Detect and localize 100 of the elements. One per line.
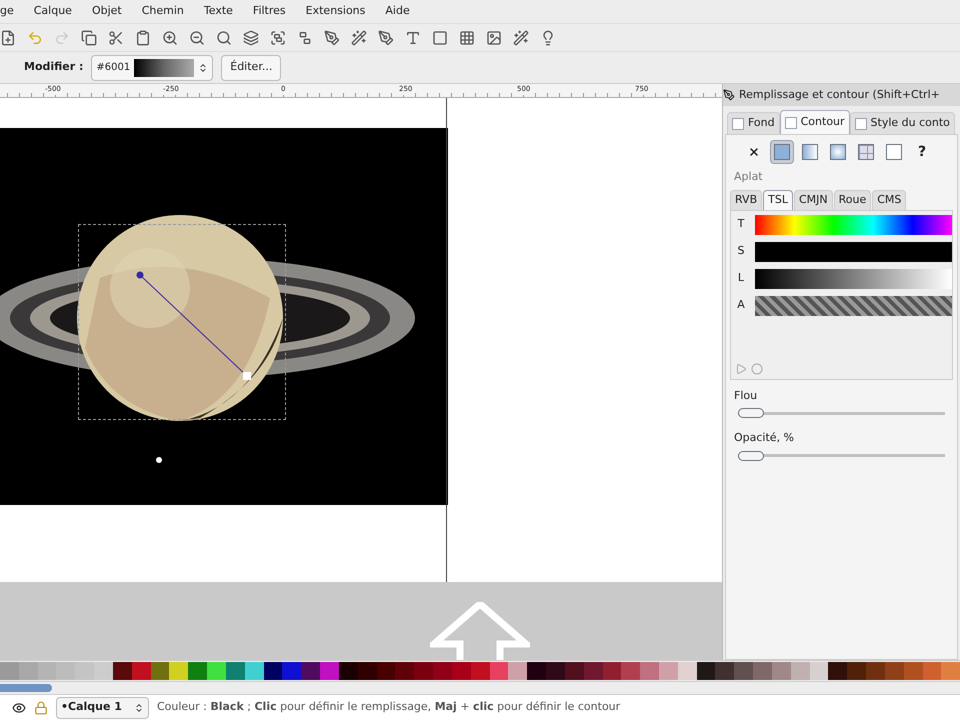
flat-paint-button[interactable] [770,140,794,164]
color-swatch[interactable] [452,662,471,680]
color-swatch[interactable] [433,662,452,680]
color-swatch[interactable] [696,662,716,680]
new-document-icon[interactable] [0,30,16,46]
color-swatch[interactable] [828,662,848,680]
color-swatch[interactable] [94,662,113,680]
color-swatch[interactable] [112,662,132,680]
circle-icon[interactable] [751,362,763,374]
menu-item[interactable]: Chemin [142,3,184,20]
color-swatch[interactable] [18,662,38,680]
color-swatch[interactable] [169,662,188,680]
color-swatch[interactable] [301,662,320,680]
color-swatch[interactable] [320,662,339,680]
slider-track[interactable] [738,408,945,418]
color-swatch[interactable] [527,662,546,680]
menu-item[interactable]: Calque [34,3,72,20]
color-swatch[interactable] [56,662,76,680]
search-icon[interactable] [216,30,232,46]
color-swatch[interactable] [847,662,866,680]
panel-tab[interactable]: Style du conto [850,112,955,134]
panel-tab[interactable]: Contour [780,110,850,134]
zoom-in-icon[interactable] [162,30,178,46]
color-swatch[interactable] [244,662,264,680]
scissors-icon[interactable] [108,30,124,46]
menu-item[interactable]: Extensions [306,3,366,20]
ungroup-icon[interactable] [297,30,313,46]
clipboard-icon[interactable] [135,30,151,46]
copy-icon[interactable] [81,30,97,46]
undo-icon[interactable] [27,30,43,46]
lock-icon[interactable] [34,700,48,714]
color-swatch[interactable] [376,662,396,680]
edit-button[interactable]: Éditer... [221,54,282,80]
color-mode-tab[interactable]: Roue [834,190,872,210]
menu-item[interactable]: Objet [92,3,122,20]
menu-item[interactable]: Filtres [252,3,286,20]
color-swatch[interactable] [772,662,791,680]
color-swatch[interactable] [490,662,508,680]
gradient-handle-line[interactable] [136,271,252,381]
scrollbar-thumb[interactable] [0,684,52,692]
color-swatch[interactable] [640,662,659,680]
eye-icon[interactable] [12,700,26,714]
color-swatch[interactable] [508,662,528,680]
menu-item[interactable]: Aide [385,3,410,20]
slider-thumb[interactable] [738,450,764,460]
color-swatch[interactable] [264,662,282,680]
unset-paint-button[interactable]: ? [910,140,934,164]
color-mode-tab[interactable]: CMJN [794,190,833,210]
color-swatch[interactable] [602,662,622,680]
color-swatch[interactable] [0,662,19,680]
redo-icon[interactable] [54,30,70,46]
color-swatch[interactable] [621,662,640,680]
color-swatch[interactable] [753,662,772,680]
pen-icon[interactable] [324,30,340,46]
color-swatch[interactable] [414,662,434,680]
color-swatch[interactable] [282,662,302,680]
layers-icon[interactable] [243,30,259,46]
color-swatch[interactable] [38,662,56,680]
color-swatch[interactable] [75,662,94,680]
color-swatch[interactable] [810,662,828,680]
group-icon[interactable] [270,30,286,46]
slider-thumb[interactable] [738,408,764,418]
gradient-select[interactable]: #6001 [91,54,214,80]
color-swatch[interactable] [338,662,358,680]
square-icon[interactable] [432,30,448,46]
color-swatch[interactable] [226,662,245,680]
color-swatch[interactable] [358,662,377,680]
color-swatch[interactable] [188,662,208,680]
color-swatch[interactable] [922,662,942,680]
color-swatch[interactable] [884,662,904,680]
color-swatch[interactable] [658,662,678,680]
slider-track[interactable] [738,450,945,460]
text-icon[interactable] [405,30,421,46]
color-mode-tab[interactable]: RVB [730,190,762,210]
color-swatch[interactable] [790,662,810,680]
wand-icon[interactable] [351,30,367,46]
color-swatch[interactable] [150,662,170,680]
color-swatch[interactable] [941,662,960,680]
color-swatch[interactable] [734,662,754,680]
grid-icon[interactable] [459,30,475,46]
color-swatch[interactable] [678,662,697,680]
wand-icon[interactable] [513,30,529,46]
color-swatch[interactable] [564,662,584,680]
color-swatch[interactable] [132,662,151,680]
image-icon[interactable] [486,30,502,46]
color-swatch[interactable] [546,662,565,680]
layer-select[interactable]: •Calque 1 [56,696,149,718]
color-swatch[interactable] [904,662,923,680]
color-mode-tab[interactable]: CMS [872,190,906,210]
color-mode-tab[interactable]: TSL [763,190,793,210]
color-swatch[interactable] [866,662,885,680]
color-swatch[interactable] [470,662,490,680]
color-swatch[interactable] [207,662,226,680]
color-swatch[interactable] [395,662,414,680]
color-swatch[interactable] [715,662,734,680]
play-icon[interactable] [735,362,747,374]
zoom-out-icon[interactable] [189,30,205,46]
menu-item[interactable]: Texte [204,3,233,20]
menu-item[interactable]: ge [0,3,14,20]
color-swatch[interactable] [584,662,602,680]
